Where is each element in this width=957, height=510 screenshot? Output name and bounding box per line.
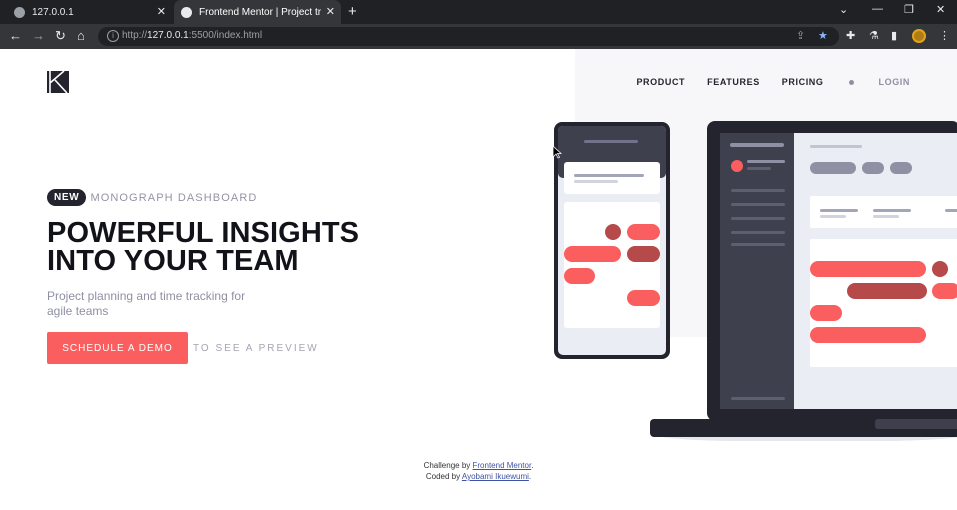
challenge-line: Challenge by Frontend Mentor.: [423, 461, 534, 470]
browser-tab[interactable]: 127.0.0.1 ✕: [0, 0, 172, 24]
nav-features[interactable]: FEATURES: [707, 77, 760, 87]
tab-search-chevron-icon[interactable]: ⌄: [839, 3, 848, 16]
main-nav: PRODUCT FEATURES PRICING LOGIN: [614, 77, 910, 87]
hero-subtitle: Project planning and time tracking for a…: [47, 289, 246, 318]
close-tab-icon[interactable]: ✕: [157, 5, 166, 19]
close-window-icon[interactable]: ✕: [936, 3, 945, 16]
attribution-footer: Challenge by Frontend Mentor. Coded by A…: [0, 460, 957, 482]
hero-title: POWERFUL INSIGHTS INTO YOUR TEAM: [47, 217, 367, 277]
frontend-mentor-favicon-icon: [181, 7, 192, 18]
share-icon[interactable]: ⇪: [796, 29, 805, 42]
minimize-icon[interactable]: —: [872, 3, 883, 15]
reload-icon[interactable]: ↻: [55, 28, 66, 44]
browser-tab-active[interactable]: Frontend Mentor | Project tracking intro…: [174, 0, 341, 25]
extensions-puzzle-icon[interactable]: ✚: [846, 29, 855, 43]
side-panel-icon[interactable]: ▮: [891, 29, 897, 43]
browser-tab-bar: 127.0.0.1 ✕ Frontend Mentor | Project tr…: [0, 0, 957, 25]
globe-icon: [14, 6, 25, 18]
lab-flask-icon[interactable]: ⚗: [869, 29, 879, 43]
coded-by-line: Coded by Ayobami Ikuewumi.: [425, 472, 532, 481]
back-icon[interactable]: ←: [9, 28, 22, 44]
eyebrow-text: MONOGRAPH DASHBOARD: [90, 191, 258, 204]
new-badge: NEW: [47, 189, 87, 206]
home-icon[interactable]: ⌂: [77, 28, 85, 44]
mouse-cursor-icon: [552, 145, 562, 159]
profile-avatar[interactable]: [912, 29, 926, 43]
menu-kebab-icon[interactable]: ⋮: [939, 29, 950, 43]
address-bar[interactable]: i http://127.0.0.1:5500/index.html ⇪ ★: [98, 27, 839, 46]
new-tab-button[interactable]: +: [348, 3, 357, 20]
restore-icon[interactable]: ❐: [904, 3, 914, 16]
browser-toolbar: ← → ↻ ⌂ i http://127.0.0.1:5500/index.ht…: [0, 24, 957, 49]
nav-pricing[interactable]: PRICING: [782, 77, 824, 87]
tab-title: Frontend Mentor | Project tracking intro…: [199, 7, 321, 18]
site-info-icon[interactable]: i: [107, 30, 119, 42]
hero-title-line-1: POWERFUL INSIGHTS: [47, 217, 360, 249]
page-viewport: PRODUCT FEATURES PRICING LOGIN NEW MONOG…: [0, 49, 957, 510]
nav-login[interactable]: LOGIN: [879, 77, 911, 87]
forward-icon[interactable]: →: [32, 28, 45, 44]
logo-icon[interactable]: [47, 71, 69, 93]
author-link[interactable]: Ayobami Ikuewumi: [462, 472, 529, 481]
laptop-mockup-illustration: [650, 121, 957, 441]
nav-product[interactable]: PRODUCT: [636, 77, 685, 87]
nav-separator-dot: [848, 79, 854, 85]
schedule-demo-button[interactable]: SCHEDULE A DEMO: [47, 332, 188, 364]
preview-text: TO SEE A PREVIEW: [193, 343, 319, 354]
bookmark-star-icon[interactable]: ★: [818, 29, 828, 42]
close-tab-icon[interactable]: ✕: [326, 5, 335, 19]
frontend-mentor-link[interactable]: Frontend Mentor: [473, 461, 532, 470]
hero-title-line-2: INTO YOUR TEAM: [47, 245, 299, 277]
url-text: http://127.0.0.1:5500/index.html: [122, 30, 263, 41]
hero-eyebrow: NEW MONOGRAPH DASHBOARD: [47, 189, 257, 206]
tab-title: 127.0.0.1: [32, 6, 74, 18]
